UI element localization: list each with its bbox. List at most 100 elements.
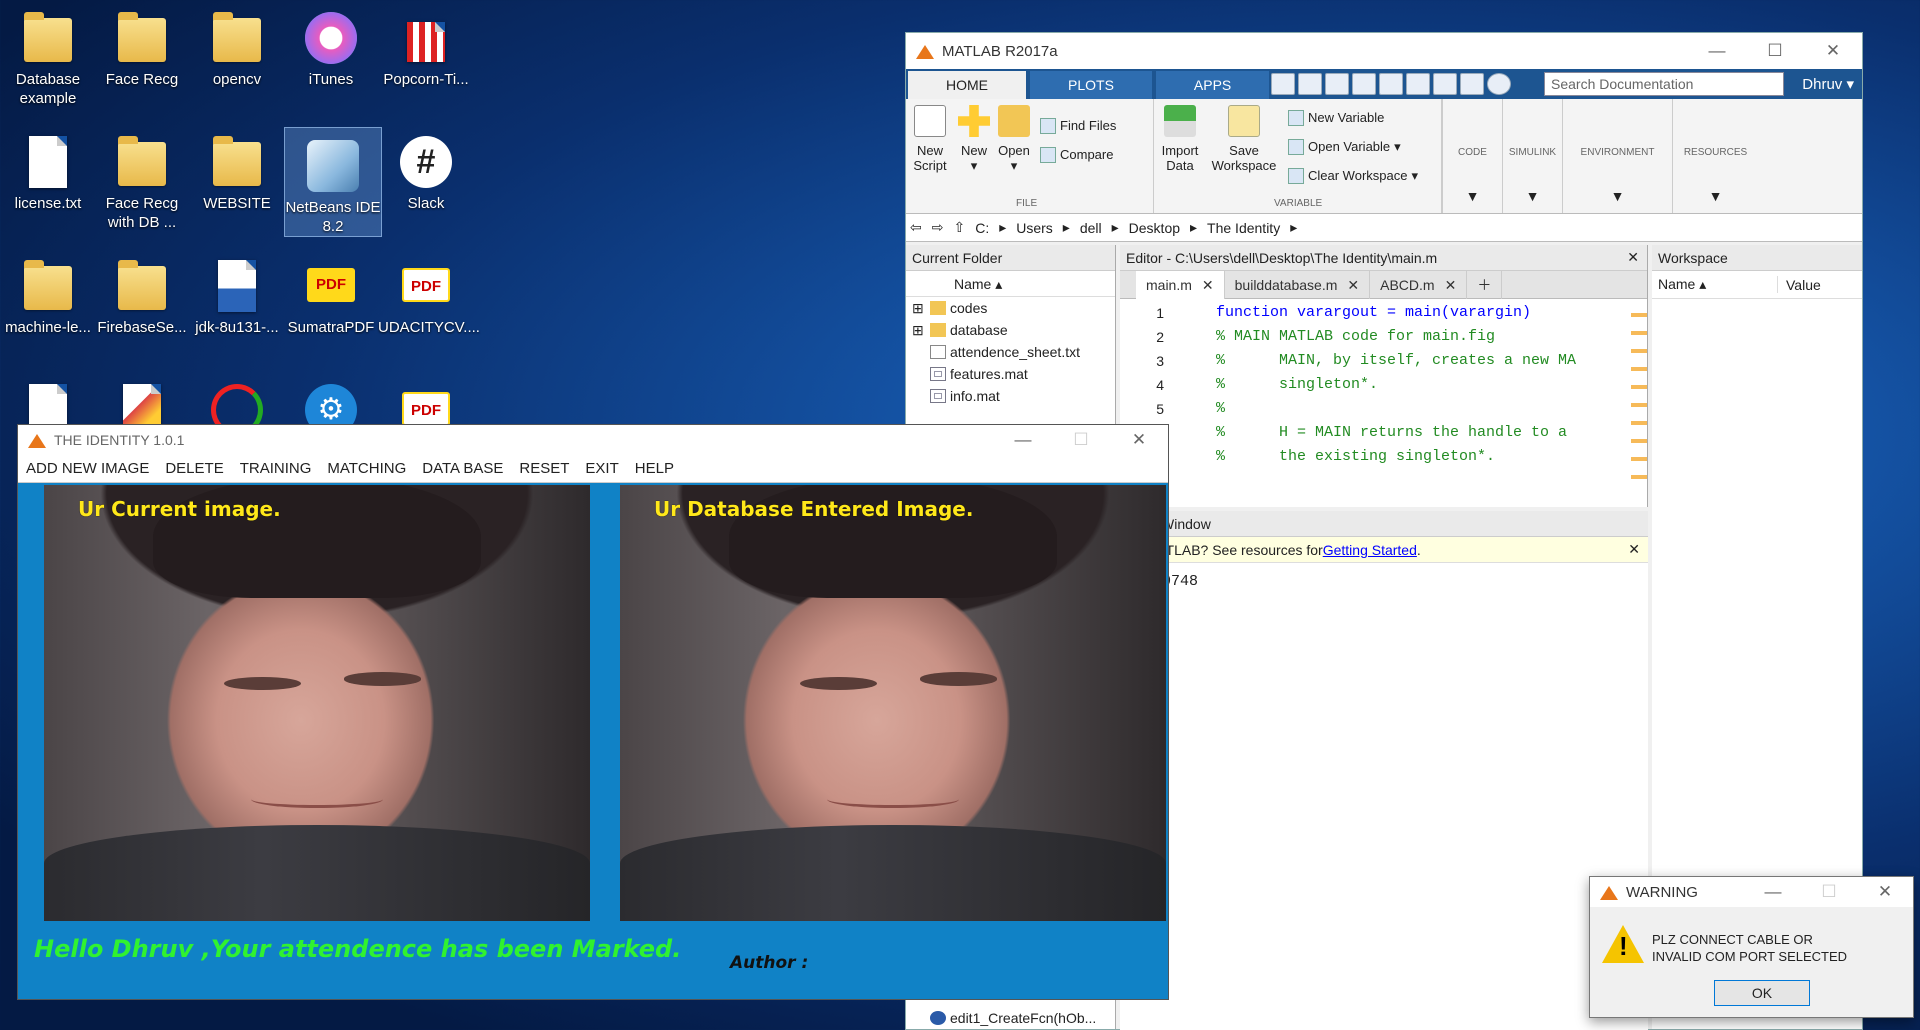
desktop-icon-jdk[interactable]: jdk-8u131-...	[189, 248, 285, 337]
find-files-button[interactable]: Find Files	[1040, 111, 1116, 140]
getting-started-link[interactable]: Getting Started	[1323, 542, 1417, 558]
code-section[interactable]: CODE ▼	[1442, 99, 1502, 213]
new-button[interactable]: New ▾	[958, 99, 990, 213]
workspace-value-column[interactable]: Value	[1778, 277, 1821, 293]
code-analyzer-bar[interactable]	[1631, 299, 1647, 489]
up-folder-icon[interactable]: ⇧	[953, 219, 965, 236]
new-variable-button[interactable]: New Variable	[1288, 103, 1418, 132]
list-item[interactable]: ⊞ database	[906, 319, 1115, 341]
desktop-icon-database-example[interactable]: Database example	[0, 0, 96, 108]
menu-training[interactable]: TRAINING	[232, 460, 320, 477]
ok-button[interactable]: OK	[1714, 980, 1810, 1006]
menu-exit[interactable]: EXIT	[577, 460, 626, 477]
maximize-button[interactable]: ☐	[1746, 33, 1804, 69]
maximize-button[interactable]: ☐	[1052, 425, 1110, 455]
matlab-titlebar[interactable]: MATLAB R2017a — ☐ ✕	[906, 33, 1862, 69]
code-area[interactable]: 1 function varargout = main(varargin) 2 …	[1120, 299, 1647, 489]
list-item[interactable]: features.mat	[906, 363, 1115, 385]
list-item[interactable]: ⊞ codes	[906, 297, 1115, 319]
desktop-icon-website[interactable]: WEBSITE	[189, 124, 285, 213]
path-part[interactable]: dell	[1080, 220, 1102, 236]
close-icon[interactable]: ✕	[1347, 277, 1359, 294]
resources-section[interactable]: RESOURCES ▼	[1672, 99, 1758, 213]
function-list-item[interactable]: edit1_CreateFcn(hOb...	[906, 1007, 1115, 1029]
open-variable-button[interactable]: Open Variable ▾	[1288, 132, 1418, 161]
user-menu[interactable]: Dhruv ▾	[1802, 75, 1854, 93]
import-data-button[interactable]: Import Data	[1158, 99, 1202, 213]
close-icon[interactable]: ✕	[1202, 277, 1214, 294]
new-tab-button[interactable]: ＋	[1467, 271, 1503, 299]
menu-reset[interactable]: RESET	[511, 460, 577, 477]
list-item[interactable]: attendence_sheet.txt	[906, 341, 1115, 363]
desktop-icon-license[interactable]: license.txt	[0, 124, 96, 213]
tab-apps[interactable]: APPS	[1155, 71, 1270, 99]
new-script-button[interactable]: New Script	[910, 99, 950, 213]
close-button[interactable]: ✕	[1110, 425, 1168, 455]
clear-workspace-button[interactable]: Clear Workspace ▾	[1288, 161, 1418, 190]
desktop-icon-popcorn[interactable]: Popcorn-Ti...	[378, 0, 474, 89]
close-button[interactable]: ✕	[1857, 877, 1913, 907]
copy-icon[interactable]	[1352, 73, 1376, 95]
desktop-icon-sumatrapdf[interactable]: PDF SumatraPDF	[283, 248, 379, 337]
simulink-section[interactable]: SIMULINK ▼	[1502, 99, 1562, 213]
menu-matching[interactable]: MATCHING	[319, 460, 414, 477]
desktop-icon-opencv[interactable]: opencv	[189, 0, 285, 89]
editor-tabs: main.m ✕ builddatabase.m ✕ ABCD.m ✕ ＋	[1120, 271, 1647, 299]
desktop-icon-face-recg-db[interactable]: Face Recg with DB ...	[94, 124, 190, 232]
save-icon[interactable]	[1298, 73, 1322, 95]
desktop-icon-face-recg[interactable]: Face Recg	[94, 0, 190, 89]
identity-titlebar[interactable]: THE IDENTITY 1.0.1 — ☐ ✕	[18, 425, 1168, 455]
name-column-header[interactable]: Name ▴	[906, 271, 1115, 297]
desktop-icon-itunes[interactable]: iTunes	[283, 0, 379, 89]
desktop-icon-machine-learning[interactable]: machine-le...	[0, 248, 96, 337]
path-part[interactable]: The Identity	[1207, 220, 1280, 236]
path-part[interactable]: Users	[1016, 220, 1053, 236]
desktop-icon-udacity[interactable]: PDF UDACITYCV....	[378, 248, 480, 337]
minimize-button[interactable]: —	[1688, 33, 1746, 69]
tab-plots[interactable]: PLOTS	[1030, 71, 1152, 99]
maximize-button[interactable]: ☐	[1801, 877, 1857, 907]
path-part[interactable]: Desktop	[1129, 220, 1180, 236]
environment-section[interactable]: ENVIRONMENT ▼	[1562, 99, 1672, 213]
redo-icon[interactable]	[1433, 73, 1457, 95]
undo-icon[interactable]	[1406, 73, 1430, 95]
editor-tab[interactable]: builddatabase.m ✕	[1225, 271, 1371, 299]
quick-access-icon[interactable]	[1271, 73, 1295, 95]
path-part[interactable]: C:	[975, 220, 989, 236]
help-icon[interactable]	[1487, 73, 1511, 95]
cut-icon[interactable]	[1325, 73, 1349, 95]
mat-file-icon	[930, 367, 946, 381]
compare-button[interactable]: Compare	[1040, 140, 1116, 169]
close-icon[interactable]: ✕	[1445, 277, 1457, 294]
close-icon[interactable]: ✕	[1627, 249, 1639, 266]
forward-icon[interactable]: ⇨	[932, 219, 944, 236]
close-icon[interactable]: ✕	[1628, 541, 1640, 558]
expand-icon[interactable]: ⊞	[912, 322, 924, 339]
current-folder-title: Current Folder	[912, 249, 1003, 266]
menu-delete[interactable]: DELETE	[157, 460, 231, 477]
minimize-button[interactable]: —	[1745, 877, 1801, 907]
menu-add-new-image[interactable]: ADD NEW IMAGE	[18, 460, 157, 477]
search-documentation-input[interactable]: Search Documentation	[1544, 72, 1784, 96]
open-button[interactable]: Open ▾	[998, 99, 1030, 213]
address-bar[interactable]: ⇦ ⇨ ⇧ C: ▸ Users ▸ dell ▸ Desktop ▸ The Identi…	[906, 214, 1862, 242]
save-workspace-button[interactable]: Save Workspace	[1210, 99, 1278, 213]
close-button[interactable]: ✕	[1804, 33, 1862, 69]
desktop-icon-netbeans[interactable]: NetBeans IDE 8.2	[284, 127, 382, 237]
paste-icon[interactable]	[1379, 73, 1403, 95]
expand-icon[interactable]: ⊞	[912, 300, 924, 317]
workspace-name-column[interactable]: Name ▴	[1652, 276, 1778, 293]
editor-tab[interactable]: ABCD.m ✕	[1370, 271, 1468, 299]
back-icon[interactable]: ⇦	[910, 219, 922, 236]
desktop-icon-slack[interactable]: # Slack	[378, 124, 474, 213]
tab-home[interactable]: HOME	[908, 71, 1026, 99]
minimize-button[interactable]: —	[994, 425, 1052, 455]
desktop-icon-firebase[interactable]: FirebaseSe...	[94, 248, 190, 337]
list-item[interactable]: info.mat	[906, 385, 1115, 407]
switch-windows-icon[interactable]	[1460, 73, 1484, 95]
menu-database[interactable]: DATA BASE	[414, 460, 511, 477]
warning-titlebar[interactable]: WARNING — ☐ ✕	[1590, 877, 1913, 907]
editor-tab[interactable]: main.m ✕	[1136, 271, 1225, 299]
database-image: Ur Database Entered Image.	[620, 485, 1166, 921]
menu-help[interactable]: HELP	[627, 460, 682, 477]
